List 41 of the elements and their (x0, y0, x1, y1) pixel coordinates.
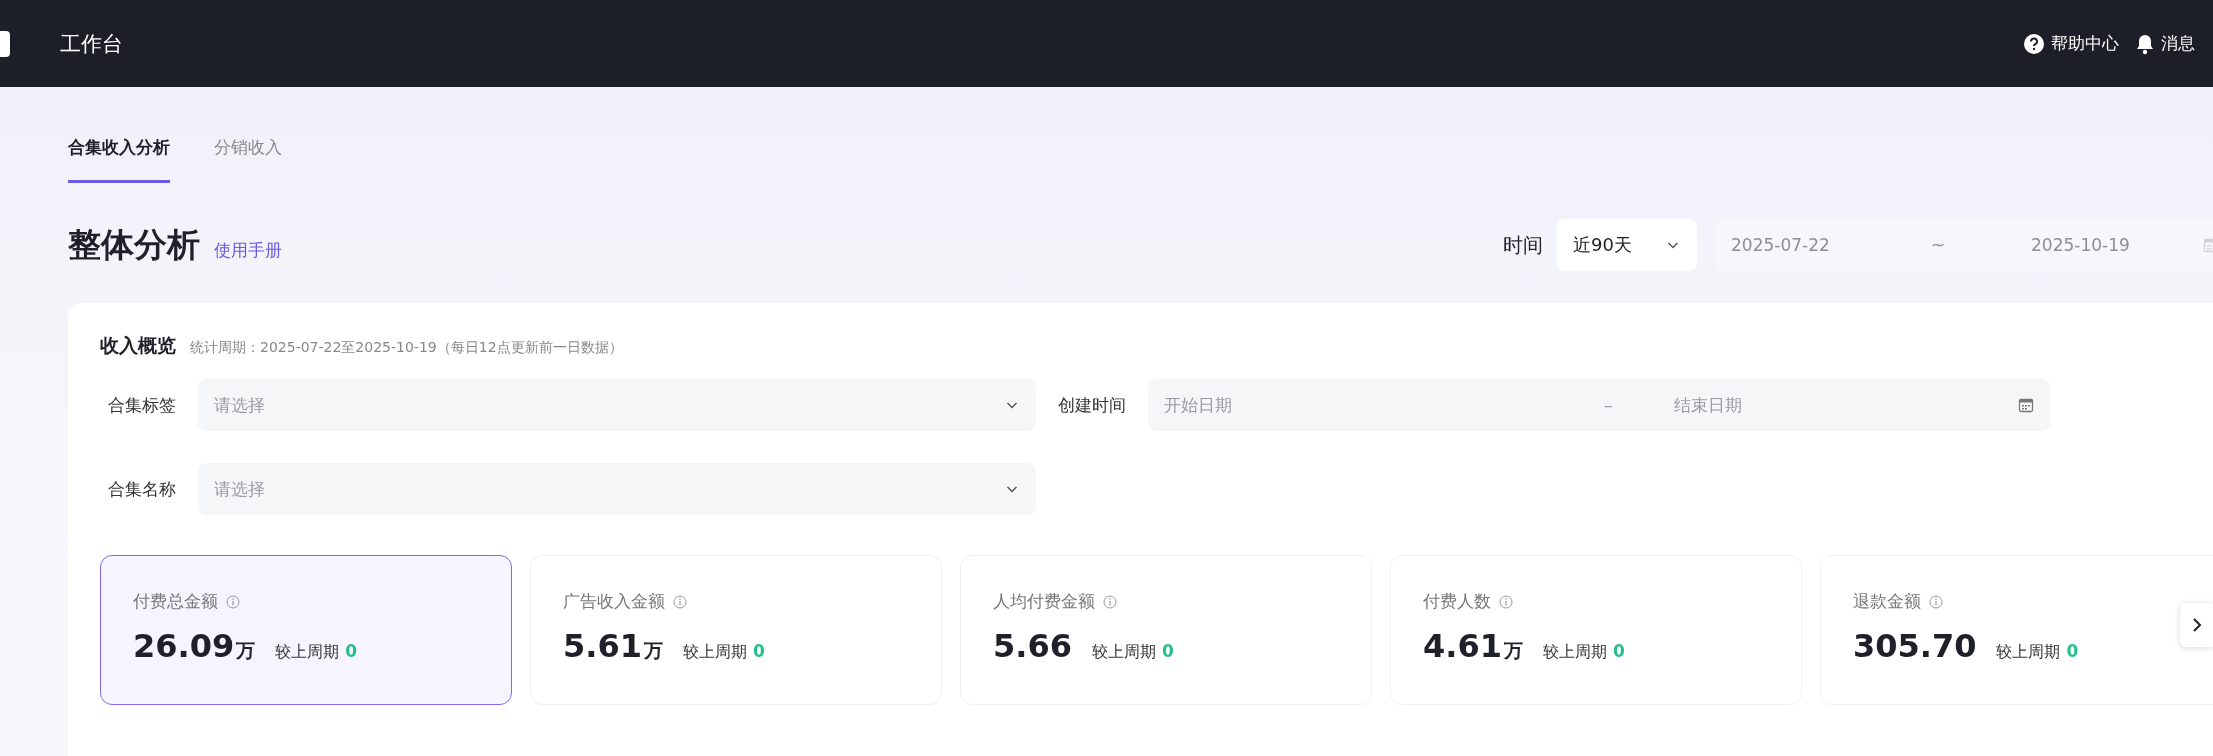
stat-card[interactable]: 人均付费金额 5.66 较上周期 0 (960, 555, 1372, 705)
section-title: 整体分析 (68, 223, 200, 266)
page-title: 工作台 (60, 30, 123, 58)
overview-title: 收入概览 (100, 333, 176, 358)
stat-value: 5.66 (993, 627, 1072, 665)
tab[interactable]: 合集收入分析 (68, 133, 170, 183)
stat-card[interactable]: 付费总金额 26.09万 较上周期 0 (100, 555, 512, 705)
compare-label: 较上周期 (1542, 642, 1607, 663)
stat-label: 广告收入金额 (563, 590, 665, 613)
filter-label: 创建时间 (1057, 393, 1127, 417)
period-note: 统计周期：2025-07-22至2025-10-19（每日12点更新前一日数据） (190, 339, 623, 357)
filter-label: 合集名称 (107, 477, 177, 501)
stat-label: 退款金额 (1853, 590, 1921, 613)
stat-unit: 万 (1503, 638, 1523, 663)
time-label: 时间 (1503, 231, 1543, 259)
stat-value: 5.61 (563, 627, 642, 665)
manual-link[interactable]: 使用手册 (214, 238, 282, 262)
stat-label: 付费人数 (1423, 590, 1491, 613)
stat-card[interactable]: 广告收入金额 5.61 万 较上周期 0 (530, 555, 942, 705)
range-select[interactable]: 近90天 (1557, 219, 1697, 271)
compare-label: 较上周期 (1091, 642, 1156, 663)
stat-unit: 万 (643, 638, 663, 663)
help-link[interactable]: 帮助中心 (2023, 32, 2119, 55)
stat-unit: 万 (236, 638, 256, 663)
change-value: 0 (1612, 641, 1625, 661)
stat-card[interactable]: 退款金额 305.70 较上周期 0 (1820, 555, 2213, 705)
change-value: 0 (345, 641, 358, 661)
change-value: 0 (2066, 641, 2079, 661)
stat-value: 305.70 (1853, 627, 1977, 665)
compare-label: 较上周期 (682, 642, 747, 663)
compare-label: 较上周期 (1996, 642, 2061, 663)
change-value: 0 (1161, 641, 1174, 661)
filter-label: 合集标签 (107, 393, 177, 417)
stat-value: 4.61 (1423, 627, 1502, 665)
stat-card[interactable]: 付费人数 4.61 万 较上周期 0 (1390, 555, 1802, 705)
change-value: 0 (752, 641, 765, 661)
stat-value: 26.09 (133, 627, 235, 665)
stat-label: 付费总金额 (133, 590, 218, 613)
stat-label: 人均付费金额 (993, 590, 1095, 613)
messages-link[interactable]: 消息 (2135, 32, 2195, 55)
compare-label: 较上周期 (275, 642, 340, 663)
